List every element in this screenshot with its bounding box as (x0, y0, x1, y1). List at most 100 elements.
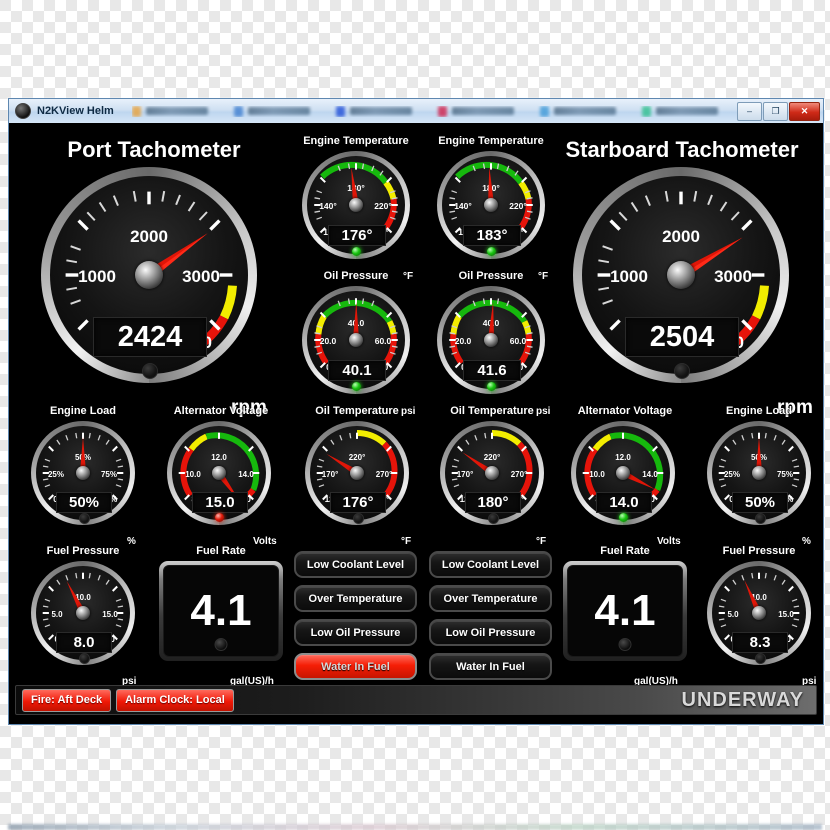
svg-text:220°: 220° (484, 453, 501, 462)
engine-load-port-gauge[interactable]: 0% 25% 50% 75% 100% 50% (31, 421, 135, 525)
alarm-stbd-low-coolant-level[interactable]: Low Coolant Level (429, 551, 552, 578)
needle-hub (484, 198, 498, 212)
oil-pressure-port-title: Oil Pressure (323, 270, 389, 282)
needle-hub (212, 466, 226, 480)
svg-text:15.0: 15.0 (102, 610, 118, 619)
engine-temp-stbd-led (487, 247, 496, 256)
svg-text:75%: 75% (777, 470, 793, 479)
vessel-state-label: UNDERWAY (681, 688, 804, 711)
fuel-rate-port-value: 4.1 (190, 586, 252, 635)
fuel-rate-port-title: Fuel Rate (196, 545, 246, 557)
fuel-pressure-stbd-readout: 8.3 (732, 632, 788, 653)
fuel-pressure-stbd-gauge[interactable]: 0.0 5.0 10.0 15.0 20.0 8.3 (707, 561, 811, 665)
desktop-taskbar-blurred (8, 824, 822, 830)
oil-temp-port-gauge[interactable]: 120° 170° 220° 270° 320° 176° (305, 421, 409, 525)
engine-temp-stbd-gauge[interactable]: 100° 140° 180° 220° 260° 183° (437, 151, 545, 259)
alternator-stbd-gauge[interactable]: 8.0 10.0 12.0 14.0 16.0 14.0 (571, 421, 675, 525)
fuel-pressure-port-gauge[interactable]: 0.0 5.0 10.0 15.0 20.0 8.0 (31, 561, 135, 665)
engine-temp-port-gauge[interactable]: 100° 140° 180° 220° 260° 176° (302, 151, 410, 259)
oil-temp-stbd-unit: °F (536, 536, 547, 547)
maximize-button[interactable]: ❐ (763, 101, 788, 121)
oil-temp-port-led (353, 513, 364, 524)
app-icon (15, 103, 31, 119)
taskbar-item-icon (335, 105, 345, 117)
svg-text:270°: 270° (376, 470, 393, 479)
alternator-port-title: Alternator Voltage (173, 405, 269, 417)
starboard-tachometer-gauge[interactable]: 0 1000 2000 3000 4000 2504 (573, 167, 789, 383)
fuel-pressure-port-led (79, 653, 90, 664)
taskbar-item-icon (539, 105, 549, 117)
engine-load-port-readout: 50% (56, 492, 112, 513)
fuel-rate-stbd-value: 4.1 (594, 586, 656, 635)
alternator-stbd-readout: 14.0 (596, 492, 652, 513)
svg-text:1000: 1000 (610, 267, 648, 286)
oil-temp-port-unit: °F (401, 536, 412, 547)
fuel-rate-port-display[interactable]: 4.1 (159, 561, 283, 661)
engine-temp-stbd-readout: 183° (463, 225, 521, 246)
engine-temp-port-readout: 176° (328, 225, 386, 246)
taskbar-item[interactable] (437, 105, 514, 117)
oil-pressure-port-gauge[interactable]: 0.0 20.0 40.0 60.0 80.0 40.1 (302, 286, 410, 394)
svg-text:14.0: 14.0 (642, 470, 658, 479)
status-alarm-clock-local[interactable]: Alarm Clock: Local (116, 688, 234, 712)
svg-text:10.0: 10.0 (589, 470, 605, 479)
starboard-tachometer-readout: 2504 (625, 317, 739, 357)
engine-load-port-led (79, 513, 90, 524)
taskbar-item[interactable] (335, 105, 412, 117)
port-tachometer-gauge[interactable]: 0 1000 2000 3000 4000 2424 (41, 167, 257, 383)
taskbar-item[interactable] (641, 105, 718, 117)
alarm-port-low-coolant-level[interactable]: Low Coolant Level (294, 551, 417, 578)
svg-text:20.0: 20.0 (455, 336, 472, 346)
engine-temp-port-title: Engine Temperature (303, 135, 409, 147)
taskbar-item-icon (131, 105, 141, 117)
engine-load-stbd-led (755, 513, 766, 524)
fuel-rate-port-dot (214, 638, 228, 651)
taskbar-item[interactable] (539, 105, 616, 117)
engine-load-stbd-readout: 50% (732, 492, 788, 513)
svg-text:220°: 220° (374, 201, 392, 211)
close-button[interactable]: ✕ (789, 101, 820, 121)
alarm-stbd-over-temperature[interactable]: Over Temperature (429, 585, 552, 612)
alarm-port-water-in-fuel[interactable]: Water In Fuel (294, 653, 417, 680)
minimize-button[interactable]: – (737, 101, 762, 121)
window-title: N2KView Helm (37, 105, 114, 117)
status-alarm-fire-aft-deck[interactable]: Fire: Aft Deck (22, 688, 112, 712)
fuel-pressure-stbd-title: Fuel Pressure (722, 545, 796, 557)
engine-load-stbd-gauge[interactable]: 0% 25% 50% 75% 100% 50% (707, 421, 811, 525)
svg-text:3000: 3000 (714, 267, 752, 286)
svg-text:12.0: 12.0 (211, 453, 227, 462)
fuel-rate-stbd-display[interactable]: 4.1 (563, 561, 687, 661)
window-controls: – ❐ ✕ (737, 101, 820, 121)
needle-hub (752, 606, 766, 620)
instrument-dashboard: Port Tachometer 1000 2000 3000 2424 rpm … (9, 123, 823, 723)
needle-hub (135, 261, 163, 289)
needle-hub (484, 333, 498, 347)
alarm-stbd-low-oil-pressure[interactable]: Low Oil Pressure (429, 619, 552, 646)
alarm-stbd-water-in-fuel[interactable]: Water In Fuel (429, 653, 552, 680)
oil-temp-stbd-title: Oil Temperature (450, 405, 534, 417)
needle-hub (349, 333, 363, 347)
port-tachometer-title: Port Tachometer (67, 137, 241, 162)
oil-temp-stbd-readout: 180° (465, 492, 521, 513)
taskbar-item[interactable] (131, 105, 208, 117)
oil-pressure-stbd-gauge[interactable]: 0.0 20.0 40.0 60.0 80.0 41.6 (437, 286, 545, 394)
svg-text:15.0: 15.0 (778, 610, 794, 619)
oil-pressure-port-readout: 40.1 (328, 360, 386, 381)
oil-pressure-stbd-led (487, 382, 496, 391)
tick-label-1000: 1000 (78, 267, 116, 286)
oil-temp-stbd-gauge[interactable]: 120° 170° 220° 270° 320° 180° (440, 421, 544, 525)
svg-text:5.0: 5.0 (51, 610, 63, 619)
alarm-port-low-oil-pressure[interactable]: Low Oil Pressure (294, 619, 417, 646)
taskbar-item[interactable] (233, 105, 310, 117)
window-titlebar: N2KView Helm – ❐ ✕ (9, 99, 823, 124)
fuel-rate-stbd-title: Fuel Rate (600, 545, 650, 557)
fuel-rate-stbd-dot (618, 638, 632, 651)
alarm-port-over-temperature[interactable]: Over Temperature (294, 585, 417, 612)
svg-text:10.0: 10.0 (185, 470, 201, 479)
svg-text:2000: 2000 (662, 227, 700, 246)
alternator-port-gauge[interactable]: 8.0 10.0 12.0 14.0 16.0 15.0 (167, 421, 271, 525)
svg-text:25%: 25% (48, 470, 64, 479)
svg-text:220°: 220° (509, 201, 527, 211)
taskbar-item-icon (437, 105, 447, 117)
needle-hub (350, 466, 364, 480)
